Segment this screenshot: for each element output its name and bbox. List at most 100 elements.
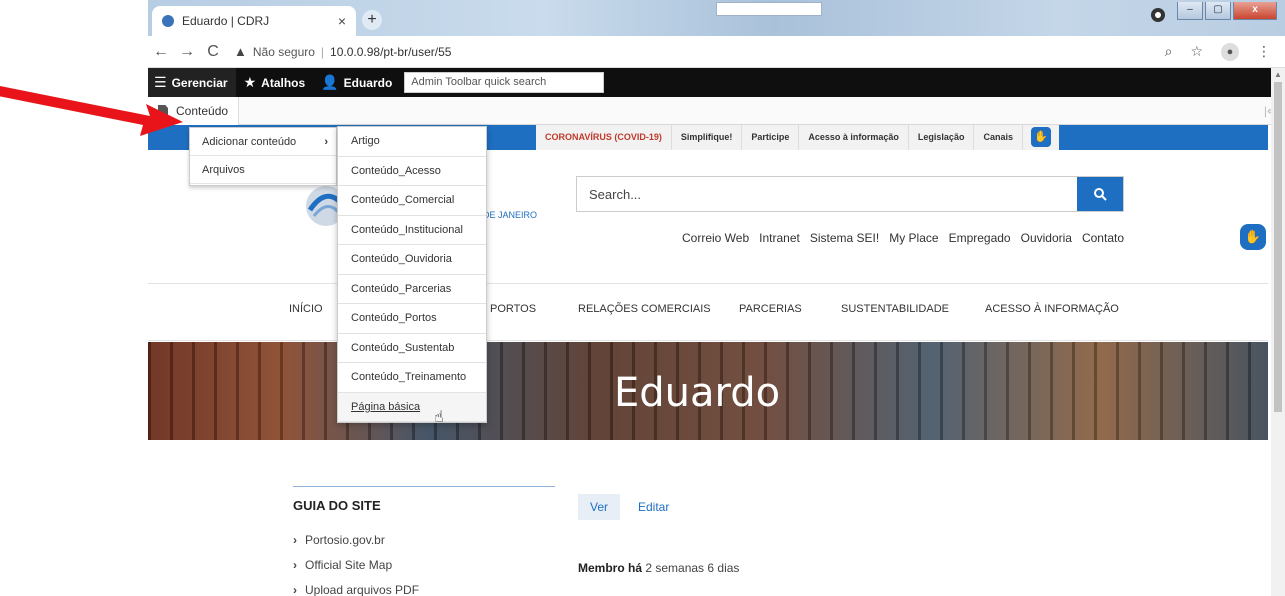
- menu-item-institucional[interactable]: Conteúdo_Institucional: [338, 216, 486, 245]
- menu-item-sustentab[interactable]: Conteúdo_Sustentab: [338, 334, 486, 363]
- tab-edit[interactable]: Editar: [638, 494, 669, 520]
- gov-link-canais[interactable]: Canais: [974, 125, 1023, 150]
- window-controls: – ▢ x: [1151, 0, 1277, 22]
- nav-inicio[interactable]: INÍCIO: [289, 303, 323, 315]
- menu-item-artigo[interactable]: Artigo: [338, 127, 486, 157]
- sidebar-links: › Portosio.gov.br › Official Site Map › Upl…: [293, 533, 419, 596]
- new-tab-button[interactable]: +: [362, 10, 382, 30]
- tab-view[interactable]: Ver: [578, 494, 620, 520]
- gov-link-acesso[interactable]: Acesso à informação: [799, 125, 909, 150]
- record-icon[interactable]: [1151, 8, 1165, 22]
- menu-item-treinamento[interactable]: Conteúdo_Treinamento: [338, 363, 486, 393]
- tab-close-icon[interactable]: ×: [338, 13, 346, 29]
- top-link-myplace[interactable]: My Place: [889, 231, 938, 245]
- zoom-icon[interactable]: ⌕: [1165, 43, 1173, 60]
- favicon-icon: [162, 15, 174, 27]
- menu-item-add-content[interactable]: Adicionar conteúdo ›: [190, 128, 336, 156]
- admin-quick-search[interactable]: Admin Toolbar quick search: [404, 72, 605, 93]
- search-button[interactable]: [1077, 177, 1123, 211]
- hero-banner: Eduardo: [148, 342, 1268, 440]
- address-bar-actions: ⌕ ☆ ● ⋮: [1165, 42, 1271, 61]
- profile-avatar-icon[interactable]: ●: [1221, 42, 1239, 61]
- menu-item-files[interactable]: Arquivos: [190, 156, 336, 184]
- back-icon[interactable]: ←: [148, 43, 174, 61]
- add-content-submenu: Artigo Conteúdo_Acesso Conteúdo_Comercia…: [337, 126, 487, 423]
- divider: [148, 340, 1268, 341]
- sidebar-title: GUIA DO SITE: [293, 498, 381, 513]
- vlibras-icon[interactable]: ✋: [1240, 224, 1266, 250]
- menu-item-portos[interactable]: Conteúdo_Portos: [338, 304, 486, 334]
- sign-language-icon[interactable]: ✋: [1030, 127, 1051, 147]
- gov-link-legislacao[interactable]: Legislação: [909, 125, 975, 150]
- top-links: Correio Web Intranet Sistema SEI! My Pla…: [682, 231, 1124, 245]
- sidebar-item-sitemap[interactable]: › Official Site Map: [293, 558, 419, 572]
- user-label: Eduardo: [343, 75, 393, 90]
- shortcuts-label: Atalhos: [261, 75, 306, 90]
- nav-portos[interactable]: PORTOS: [490, 303, 536, 315]
- star-icon: ★: [243, 74, 257, 90]
- page-scrollbar[interactable]: ▲: [1271, 68, 1285, 596]
- scrollbar-thumb[interactable]: [1274, 82, 1282, 412]
- hand-cursor-icon: ☝: [434, 409, 444, 426]
- annotation-arrow: [0, 86, 183, 136]
- nav-sustentabilidade[interactable]: SUSTENTABILIDADE: [841, 303, 949, 315]
- page-title: Eduardo: [614, 370, 781, 416]
- site-search: Search...: [576, 176, 1124, 212]
- toolbar-tray: Conteúdo |⇐: [148, 96, 1285, 125]
- omnibox[interactable]: ▲ Não seguro | 10.0.0.98/pt-br/user/55: [234, 44, 451, 59]
- search-input[interactable]: Search...: [577, 177, 1077, 211]
- top-link-correio[interactable]: Correio Web: [682, 231, 749, 245]
- member-since: Membro há 2 semanas 6 dias: [578, 561, 739, 575]
- menu-item-pagina-basica[interactable]: Página básica: [338, 392, 486, 422]
- menu-kebab-icon[interactable]: ⋮: [1257, 43, 1271, 60]
- sidebar-item-portosio[interactable]: › Portosio.gov.br: [293, 533, 419, 547]
- divider: [148, 283, 1268, 284]
- nav-acesso[interactable]: ACESSO À INFORMAÇÃO: [985, 303, 1119, 315]
- shortcuts-button[interactable]: ★ Atalhos: [236, 68, 314, 97]
- chevron-right-icon: ›: [324, 136, 328, 148]
- close-window-button[interactable]: x: [1233, 2, 1277, 20]
- reload-icon[interactable]: C: [200, 43, 226, 61]
- maximize-button[interactable]: ▢: [1205, 2, 1231, 20]
- menu-item-ouvidoria[interactable]: Conteúdo_Ouvidoria: [338, 245, 486, 275]
- member-since-label: Membro há: [578, 561, 643, 575]
- nav-relacoes[interactable]: RELAÇÕES COMERCIAIS: [578, 303, 711, 315]
- user-button[interactable]: 👤 Eduardo: [313, 68, 400, 97]
- url-text[interactable]: 10.0.0.98/pt-br/user/55: [330, 45, 451, 59]
- chevron-right-icon: ›: [293, 533, 297, 547]
- tab-strip: Eduardo | CDRJ × + – ▢ x: [148, 0, 1285, 36]
- scroll-up-icon[interactable]: ▲: [1274, 70, 1282, 79]
- sidebar-item-upload[interactable]: › Upload arquivos PDF: [293, 583, 419, 596]
- gov-link-covid[interactable]: CORONAVÍRUS (COVID-19): [536, 125, 672, 150]
- menu-item-comercial[interactable]: Conteúdo_Comercial: [338, 186, 486, 216]
- top-link-contato[interactable]: Contato: [1082, 231, 1124, 245]
- minimized-window-thumb: [716, 2, 822, 16]
- gov-link-participe[interactable]: Participe: [742, 125, 800, 150]
- menu-item-acesso[interactable]: Conteúdo_Acesso: [338, 157, 486, 186]
- tab-title: Eduardo | CDRJ: [182, 14, 270, 28]
- admin-toolbar: ☰ Gerenciar ★ Atalhos 👤 Eduardo Admin To…: [148, 68, 1285, 97]
- forward-icon[interactable]: →: [174, 43, 200, 61]
- chevron-right-icon: ›: [293, 558, 297, 572]
- gov-link-simplifique[interactable]: Simplifique!: [672, 125, 743, 150]
- browser-window: Eduardo | CDRJ × + – ▢ x ← → C ▲ Não seg…: [148, 0, 1285, 596]
- warning-icon: ▲: [234, 44, 247, 59]
- top-link-ouvidoria[interactable]: Ouvidoria: [1021, 231, 1072, 245]
- search-icon: [1094, 188, 1107, 201]
- top-link-intranet[interactable]: Intranet: [759, 231, 800, 245]
- nav-parcerias[interactable]: PARCERIAS: [739, 303, 802, 315]
- minimize-button[interactable]: –: [1177, 2, 1203, 20]
- address-bar: ← → C ▲ Não seguro | 10.0.0.98/pt-br/use…: [148, 36, 1285, 68]
- top-link-empregado[interactable]: Empregado: [949, 231, 1011, 245]
- content-submenu: Adicionar conteúdo › Arquivos: [189, 127, 337, 186]
- bookmark-star-icon[interactable]: ☆: [1190, 43, 1203, 60]
- security-label: Não seguro: [252, 44, 315, 59]
- gov-links: CORONAVÍRUS (COVID-19) Simplifique! Part…: [536, 125, 1059, 150]
- member-since-value: 2 semanas 6 dias: [645, 561, 740, 575]
- logo-text: DE JANEIRO: [483, 210, 538, 220]
- user-icon: 👤: [321, 74, 339, 90]
- menu-item-parcerias[interactable]: Conteúdo_Parcerias: [338, 275, 486, 304]
- browser-tab[interactable]: Eduardo | CDRJ ×: [152, 6, 356, 36]
- sidebar-divider: [293, 486, 555, 487]
- top-link-sei[interactable]: Sistema SEI!: [810, 231, 879, 245]
